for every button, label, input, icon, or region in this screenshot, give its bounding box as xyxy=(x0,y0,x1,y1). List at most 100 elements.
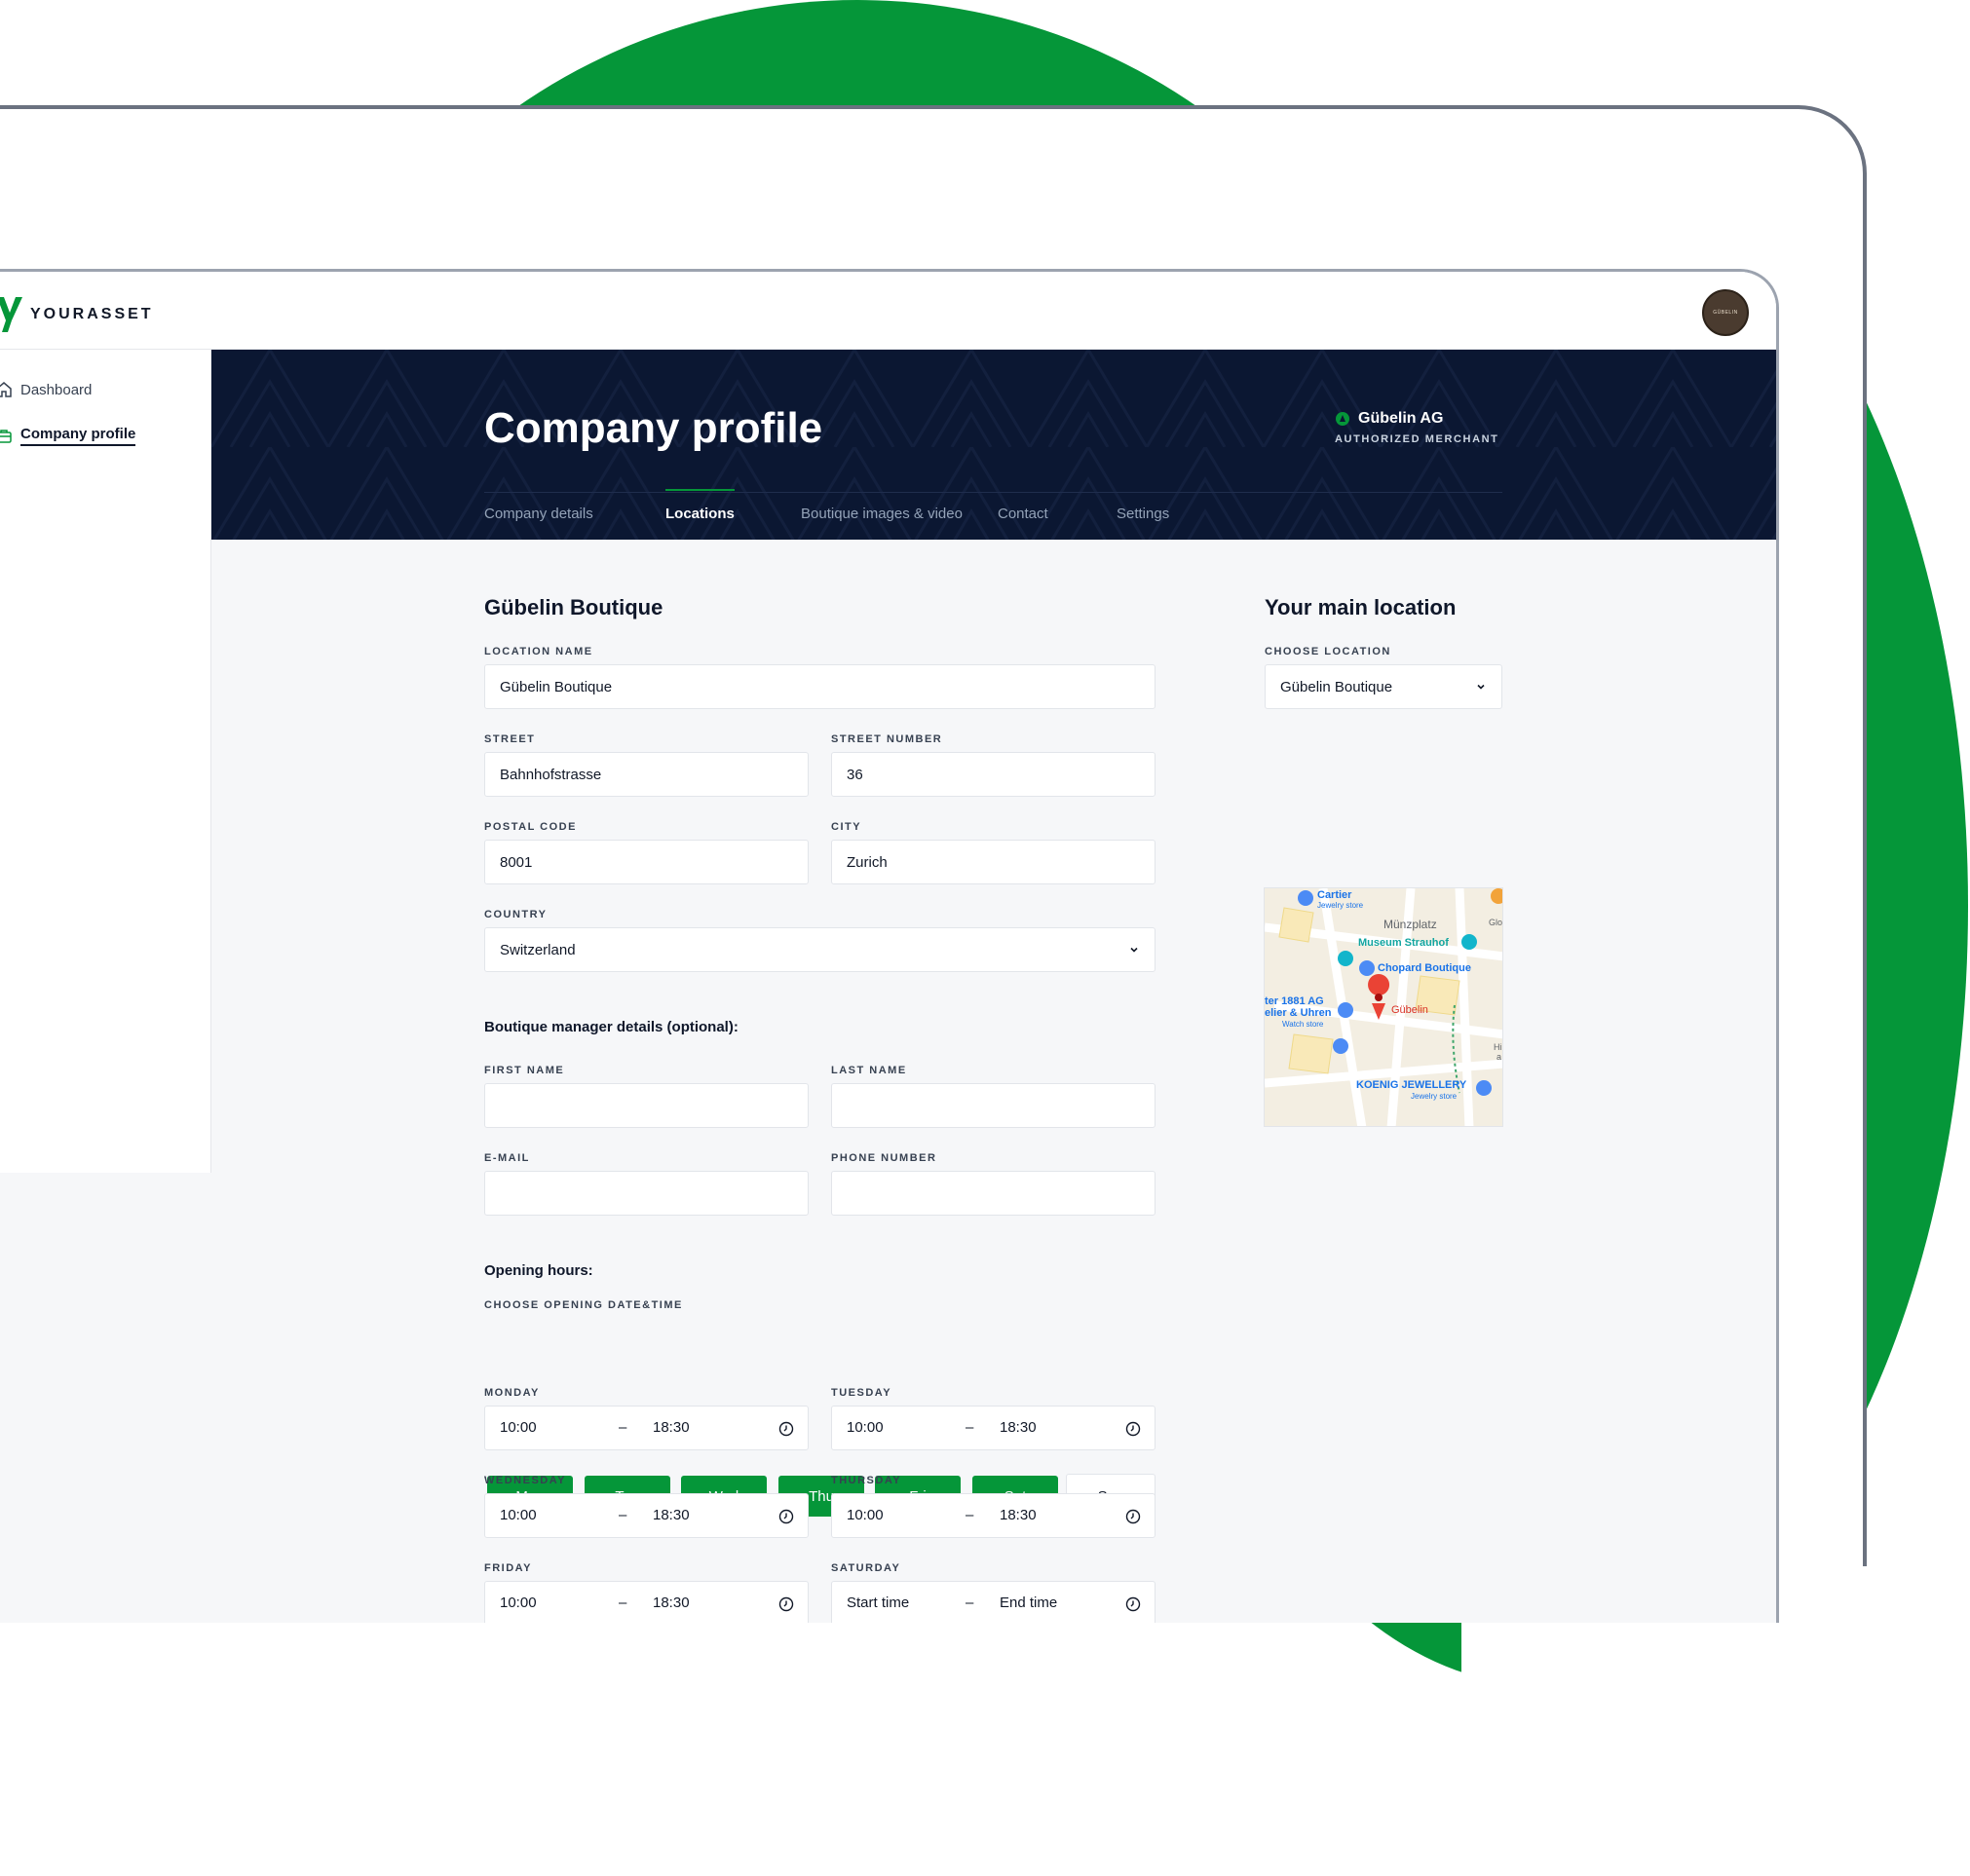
postal-code-input[interactable]: 8001 xyxy=(484,840,809,884)
map-label-a: a xyxy=(1496,1052,1502,1062)
sidebar-item-label: Dashboard xyxy=(20,381,93,398)
page-header-banner: Company profile Gübelin AG AUTHORIZED ME… xyxy=(211,350,1776,540)
end-time: End time xyxy=(1000,1595,1058,1611)
map-label-ter-1881: ter 1881 AG xyxy=(1265,995,1324,1007)
email-label: E-MAIL xyxy=(484,1152,530,1164)
start-time: 10:00 xyxy=(500,1419,537,1436)
street-label: STREET xyxy=(484,733,536,745)
saturday-label: SATURDAY xyxy=(831,1562,901,1574)
start-time: 10:00 xyxy=(847,1507,884,1523)
map-label-munzplatz: Münzplatz xyxy=(1383,918,1437,931)
phone-label: PHONE NUMBER xyxy=(831,1152,937,1164)
sidebar: Dashboard Company profile xyxy=(0,350,211,1173)
country-select[interactable]: Switzerland xyxy=(484,927,1155,972)
saturday-hours-input[interactable]: Start time – End time xyxy=(831,1581,1155,1623)
end-time: 18:30 xyxy=(653,1595,690,1611)
end-time: 18:30 xyxy=(1000,1419,1037,1436)
country-label: COUNTRY xyxy=(484,909,548,920)
tuesday-hours-input[interactable]: 10:00 – 18:30 xyxy=(831,1406,1155,1450)
time-separator: – xyxy=(966,1419,974,1436)
first-name-input[interactable] xyxy=(484,1083,809,1128)
map-label-elier: elier & Uhren xyxy=(1265,1007,1332,1019)
sidebar-item-label: Company profile xyxy=(20,426,136,446)
tab-locations[interactable]: Locations xyxy=(665,489,735,522)
street-number-label: STREET NUMBER xyxy=(831,733,943,745)
yourasset-logo-icon xyxy=(0,297,22,332)
merchant-badge: Gübelin AG AUTHORIZED MERCHANT xyxy=(1335,410,1499,445)
map-label-watch-store: Watch store xyxy=(1282,1020,1324,1029)
choose-location-label: CHOOSE LOCATION xyxy=(1265,646,1391,657)
choose-location-select[interactable]: Gübelin Boutique xyxy=(1265,664,1502,709)
end-time: 18:30 xyxy=(653,1419,690,1436)
map-label-gubelin: Gübelin xyxy=(1391,1004,1428,1016)
friday-label: FRIDAY xyxy=(484,1562,532,1574)
time-separator: – xyxy=(619,1595,627,1611)
selected-location: Gübelin Boutique xyxy=(1280,678,1393,695)
avatar[interactable]: GÜBELIN xyxy=(1702,289,1749,336)
email-input[interactable] xyxy=(484,1171,809,1216)
wednesday-label: WEDNESDAY xyxy=(484,1475,566,1486)
banner-pattern xyxy=(211,350,1776,540)
location-name-label: LOCATION NAME xyxy=(484,646,593,657)
location-name-input[interactable]: Gübelin Boutique xyxy=(484,664,1155,709)
map-label-museum: Museum Strauhof xyxy=(1358,937,1449,949)
tabs-divider xyxy=(484,492,1502,493)
logo[interactable]: YOURASSET xyxy=(0,295,154,334)
map-label-chopard: Chopard Boutique xyxy=(1378,962,1471,974)
location-title: Gübelin Boutique xyxy=(484,595,663,619)
friday-hours-input[interactable]: 10:00 – 18:30 xyxy=(484,1581,809,1623)
time-separator: – xyxy=(619,1419,627,1436)
start-time: 10:00 xyxy=(847,1419,884,1436)
page-title: Company profile xyxy=(484,404,823,452)
briefcase-icon xyxy=(0,429,12,443)
sidebar-item-company-profile[interactable]: Company profile xyxy=(0,426,136,446)
last-name-input[interactable] xyxy=(831,1083,1155,1128)
device-frame: YOURASSET GÜBELIN Dashboard Company prof… xyxy=(0,105,1867,1623)
clock-icon xyxy=(778,1509,794,1524)
clock-icon xyxy=(1125,1596,1141,1612)
city-input[interactable]: Zurich xyxy=(831,840,1155,884)
map-label-koenig: KOENIG JEWELLERY xyxy=(1356,1079,1467,1091)
choose-opening-label: CHOOSE OPENING DATE&TIME xyxy=(484,1299,683,1311)
time-separator: – xyxy=(619,1507,627,1523)
chevron-down-icon xyxy=(1477,684,1485,690)
clock-icon xyxy=(1125,1421,1141,1437)
map-label-cartier-sub: Jewelry store xyxy=(1317,901,1364,910)
merchant-name: Gübelin AG xyxy=(1358,410,1444,427)
tab-company-details[interactable]: Company details xyxy=(484,506,593,522)
map-label-glocke: Glocke xyxy=(1489,918,1503,927)
street-number-input[interactable]: 36 xyxy=(831,752,1155,797)
start-time: 10:00 xyxy=(500,1507,537,1523)
phone-input[interactable] xyxy=(831,1171,1155,1216)
chevron-down-icon xyxy=(1130,947,1138,953)
map-label-hi: Hi xyxy=(1494,1042,1502,1052)
manager-heading: Boutique manager details (optional): xyxy=(484,1019,739,1035)
start-time: Start time xyxy=(847,1595,910,1611)
monday-label: MONDAY xyxy=(484,1387,540,1399)
street-input[interactable]: Bahnhofstrasse xyxy=(484,752,809,797)
tab-contact[interactable]: Contact xyxy=(998,506,1048,522)
home-icon xyxy=(0,382,12,397)
clock-icon xyxy=(778,1421,794,1437)
monday-hours-input[interactable]: 10:00 – 18:30 xyxy=(484,1406,809,1450)
end-time: 18:30 xyxy=(1000,1507,1037,1523)
thursday-hours-input[interactable]: 10:00 – 18:30 xyxy=(831,1493,1155,1538)
clock-icon xyxy=(778,1596,794,1612)
tab-settings[interactable]: Settings xyxy=(1117,506,1169,522)
time-separator: – xyxy=(966,1595,974,1611)
clock-icon xyxy=(1125,1509,1141,1524)
wednesday-hours-input[interactable]: 10:00 – 18:30 xyxy=(484,1493,809,1538)
time-separator: – xyxy=(966,1507,974,1523)
main-location-title: Your main location xyxy=(1265,595,1457,619)
country-value: Switzerland xyxy=(500,941,576,958)
app-screen: YOURASSET GÜBELIN Dashboard Company prof… xyxy=(0,269,1779,1623)
tab-boutique-images-video[interactable]: Boutique images & video xyxy=(801,506,963,522)
map-label-cartier: Cartier xyxy=(1317,889,1352,901)
avatar-text: GÜBELIN xyxy=(1713,310,1738,316)
location-map[interactable]: Cartier Jewelry store Münzplatz Glocke M… xyxy=(1264,887,1503,1127)
end-time: 18:30 xyxy=(653,1507,690,1523)
tuesday-label: TUESDAY xyxy=(831,1387,892,1399)
sidebar-item-dashboard[interactable]: Dashboard xyxy=(0,381,92,398)
logo-text: YOURASSET xyxy=(30,306,154,322)
first-name-label: FIRST NAME xyxy=(484,1065,565,1076)
